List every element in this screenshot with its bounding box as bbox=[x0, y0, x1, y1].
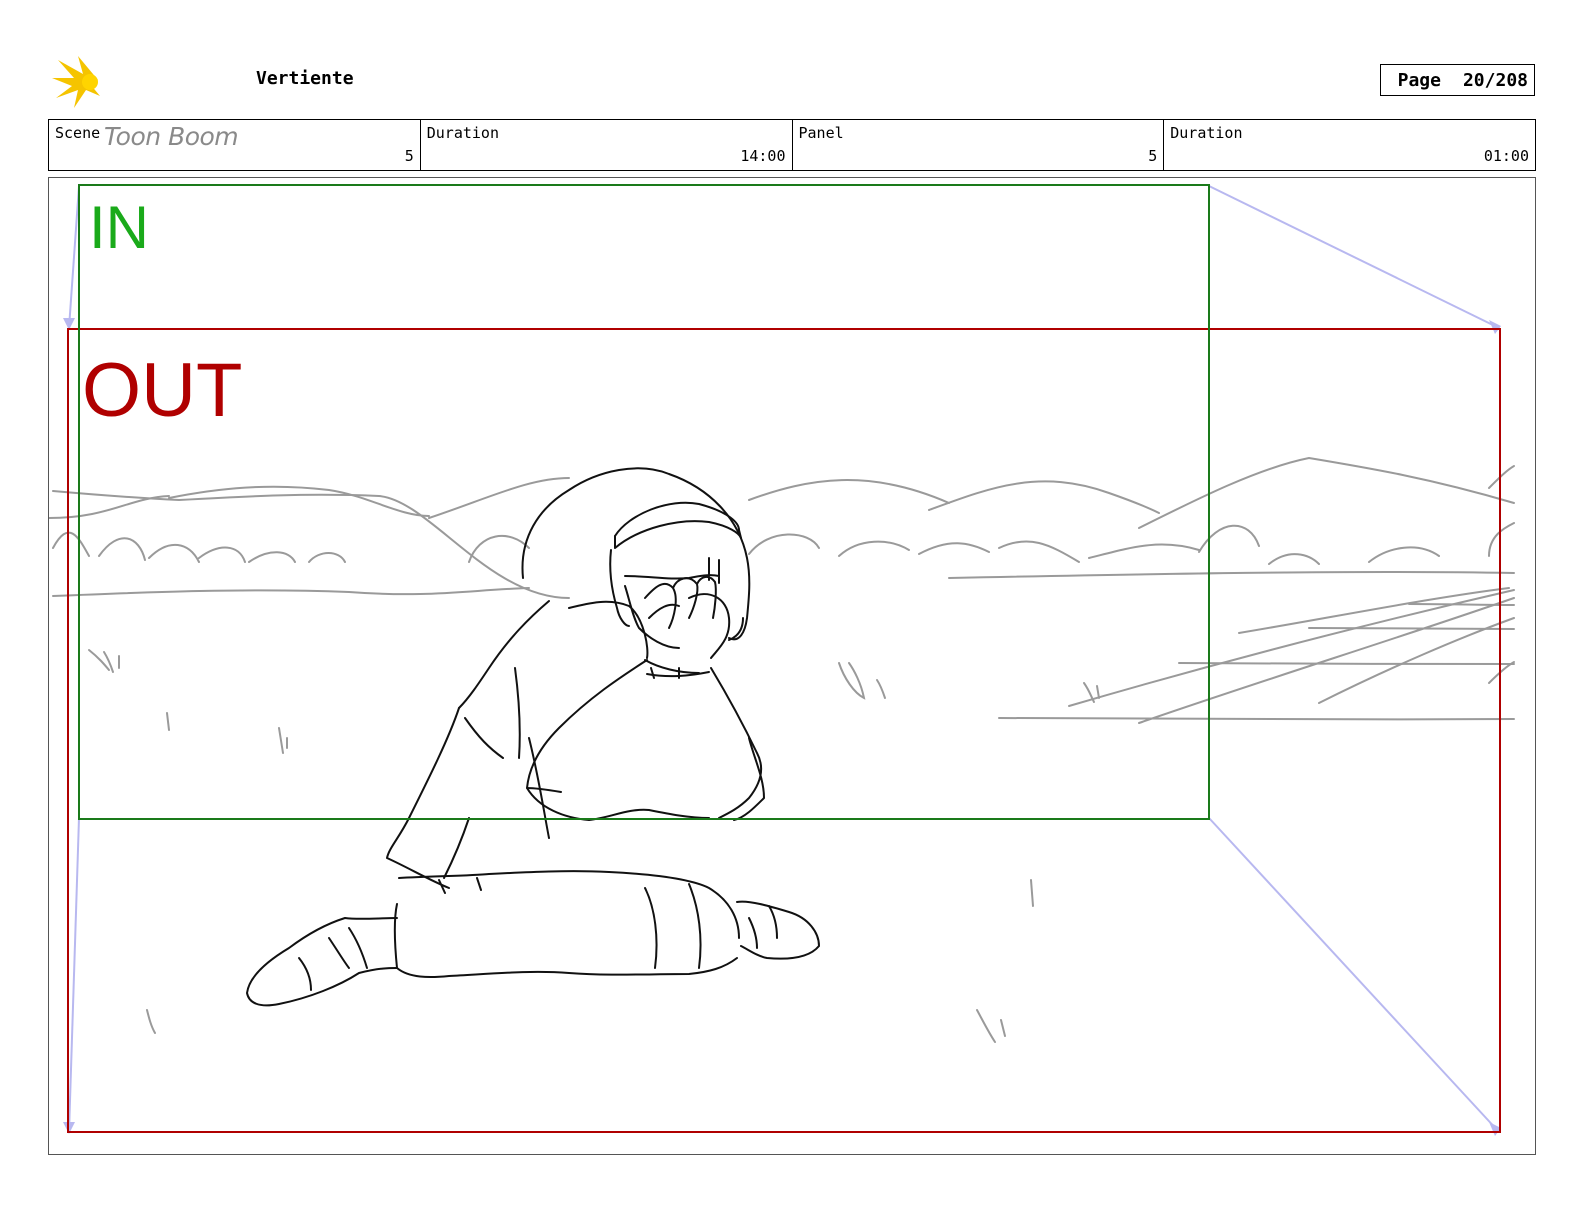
scene-duration-cell: Duration 14:00 bbox=[421, 120, 793, 170]
panel-duration-cell: Duration 01:00 bbox=[1164, 120, 1535, 170]
panel-duration-label: Duration bbox=[1170, 124, 1243, 142]
in-label: IN bbox=[89, 194, 149, 261]
in-frame bbox=[78, 184, 1210, 820]
scene-duration-label: Duration bbox=[426, 124, 499, 142]
scene-cell: Scene 5 bbox=[49, 120, 421, 170]
out-label: OUT bbox=[82, 348, 243, 433]
page-indicator: Page 20/208 bbox=[1380, 64, 1535, 96]
panel-cell: Panel 5 bbox=[793, 120, 1165, 170]
page-label: Page bbox=[1397, 69, 1441, 91]
panel-value: 5 bbox=[1148, 147, 1158, 165]
project-title: Vertiente bbox=[256, 68, 354, 89]
background-sketch bbox=[49, 456, 1515, 1043]
scene-label: Scene bbox=[55, 124, 101, 142]
panel-duration-value: 01:00 bbox=[1483, 147, 1529, 165]
panel-drawing bbox=[49, 184, 1515, 1136]
scene-value: 5 bbox=[404, 147, 414, 165]
panel-info-table: Scene 5 Duration 14:00 Panel 5 Duration … bbox=[48, 119, 1536, 171]
page-value: 20/208 bbox=[1462, 69, 1528, 91]
storyboard-panel: IN OUT bbox=[48, 177, 1536, 1155]
out-frame bbox=[67, 328, 1501, 1133]
scene-duration-value: 14:00 bbox=[740, 147, 786, 165]
character-sketch bbox=[246, 467, 820, 1007]
starburst-icon bbox=[52, 56, 100, 108]
panel-label: Panel bbox=[798, 124, 844, 142]
toon-boom-logo: Toon Boom bbox=[52, 56, 242, 151]
